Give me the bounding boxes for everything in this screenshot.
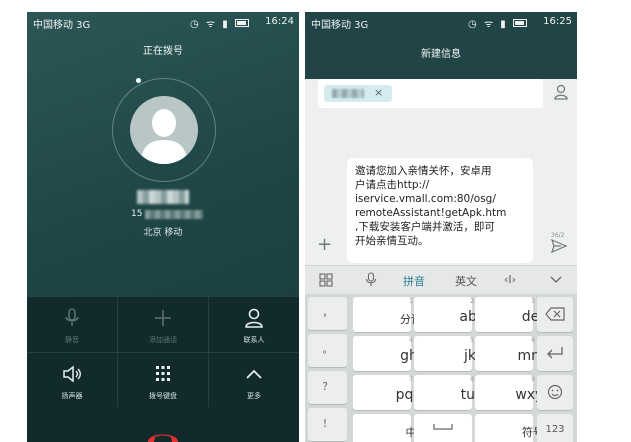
signal-icon: ▮	[222, 19, 230, 30]
contact-icon	[245, 308, 263, 328]
contacts-button[interactable]: 联系人	[209, 297, 299, 352]
backspace-icon	[545, 307, 565, 321]
message-line: 开始亲情互动。	[355, 235, 429, 247]
comma-key[interactable]: ，	[308, 297, 347, 330]
speaker-button[interactable]: 扬声器	[27, 353, 117, 408]
enter-key[interactable]	[537, 336, 573, 371]
microphone-icon	[65, 308, 79, 326]
key-2[interactable]: 2 abc	[414, 297, 485, 332]
recipient-chip[interactable]: ×	[324, 85, 392, 102]
key-1[interactable]: 1 分词	[353, 297, 422, 332]
status-bar: 中国移动 3G ◷ ᯤ ▮ 16:24	[27, 12, 299, 32]
add-attachment-button[interactable]: +	[317, 234, 332, 255]
chinese-mode-key[interactable]: 中	[353, 414, 417, 442]
cursor-control-button[interactable]: ‹I›	[504, 273, 516, 286]
status-icons: ◷ ᯤ ▮	[468, 16, 527, 30]
dialpad-button[interactable]: 拨号键盘	[118, 353, 208, 408]
recipient-name-redacted	[332, 89, 364, 98]
add-contact-icon[interactable]	[552, 83, 570, 101]
dialing-screen: 中国移动 3G ◷ ᯤ ▮ 16:24 正在拨号 15 北京 移动 静音 添加通…	[27, 12, 299, 442]
caller-number-prefix: 15	[131, 209, 143, 219]
caller-number-redacted	[145, 210, 203, 219]
call-controls-panel: 静音 添加通话 联系人 扬声器 拨号键盘 更多	[27, 297, 299, 442]
battery-icon	[235, 19, 249, 27]
exclamation-key[interactable]: ！	[308, 408, 347, 441]
battery-icon	[513, 19, 527, 27]
wifi-icon: ᯤ	[483, 19, 496, 30]
speaker-icon	[63, 365, 81, 383]
new-message-screen: 中国移动 3G ◷ ᯤ ▮ 16:25 新建信息 × 邀请您加入亲情关怀，安卓用…	[305, 12, 577, 442]
numeric-keyboard-key[interactable]: 123	[537, 414, 573, 442]
remove-recipient-icon[interactable]: ×	[374, 86, 383, 99]
chevron-down-icon[interactable]	[550, 276, 562, 284]
message-line: iservice.vmall.com:80/osg/	[355, 193, 496, 205]
dialpad-icon	[156, 366, 170, 381]
emoji-icon	[547, 384, 563, 400]
more-button[interactable]: 更多	[209, 353, 299, 408]
status-bar: 中国移动 3G ◷ ᯤ ▮ 16:25	[305, 12, 577, 32]
contacts-label: 联系人	[243, 336, 265, 344]
alarm-icon: ◷	[468, 19, 479, 30]
carrier-label: 中国移动 3G	[311, 20, 369, 31]
keyboard: ， 。 ？ ！ 1 分词 2 abc 3 def 4 ghi 5 jkl 6 m…	[305, 294, 577, 442]
grid-menu-icon[interactable]	[319, 273, 333, 287]
status-time: 16:25	[543, 16, 572, 27]
space-key[interactable]	[414, 414, 472, 442]
character-count: 36/2	[551, 232, 565, 239]
page-title: 新建信息	[421, 49, 461, 60]
signal-icon: ▮	[500, 19, 508, 30]
caller-name-redacted	[137, 190, 189, 204]
ring-progress-dot	[136, 78, 141, 83]
enter-icon	[547, 347, 563, 359]
english-mode-button[interactable]: 英文	[455, 273, 477, 289]
send-icon[interactable]	[551, 239, 567, 253]
alarm-icon: ◷	[190, 19, 201, 30]
message-text-input[interactable]: 邀请您加入亲情关怀，安卓用 户请点击http:// iservice.vmall…	[347, 158, 533, 263]
call-status-title: 正在拨号	[143, 46, 183, 57]
message-line: ,下载安装客户端并激活，即可	[355, 221, 495, 233]
phone-hangup-icon	[148, 434, 178, 442]
carrier-label: 中国移动 3G	[33, 20, 91, 31]
key-5[interactable]: 5 jkl	[414, 336, 480, 371]
more-label: 更多	[247, 392, 261, 400]
key-3[interactable]: 3 def	[475, 297, 544, 332]
person-silhouette-icon	[140, 109, 188, 164]
key-9[interactable]: 9 wxyz	[475, 375, 551, 410]
wifi-icon: ᯤ	[205, 19, 218, 30]
mute-button[interactable]: 静音	[27, 297, 117, 352]
key-label: 123	[545, 424, 565, 435]
chevron-up-icon	[246, 369, 262, 379]
pinyin-mode-button[interactable]: 拼音	[403, 273, 425, 289]
emoji-key[interactable]	[537, 375, 573, 410]
status-icons: ◷ ᯤ ▮	[190, 16, 249, 30]
hangup-button[interactable]	[145, 428, 181, 442]
key-6[interactable]: 6 mno	[475, 336, 549, 371]
backspace-key[interactable]	[537, 297, 573, 332]
add-call-label: 添加通话	[149, 336, 177, 344]
dialpad-label: 拨号键盘	[149, 392, 177, 400]
caller-avatar	[130, 96, 198, 164]
keyboard-toolbar: 拼音 英文 ‹I›	[305, 265, 577, 294]
key-8[interactable]: 8 tuv	[414, 375, 483, 410]
space-bar-icon	[433, 424, 453, 430]
message-line: 户请点击http://	[355, 179, 430, 191]
key-4[interactable]: 4 ghi	[353, 336, 422, 371]
period-key[interactable]: 。	[308, 334, 347, 367]
status-time: 16:24	[265, 16, 294, 27]
key-7[interactable]: 7 pqrs	[353, 375, 426, 410]
recipient-input[interactable]: ×	[318, 79, 543, 108]
caller-location: 北京 移动	[143, 228, 183, 238]
add-call-button[interactable]: 添加通话	[118, 297, 208, 352]
question-key[interactable]: ？	[308, 371, 347, 404]
plus-icon	[155, 310, 171, 326]
message-line: 邀请您加入亲情关怀，安卓用	[355, 165, 492, 177]
mute-label: 静音	[65, 336, 79, 344]
message-line: remoteAssistant!getApk.htm	[355, 207, 507, 219]
symbols-key[interactable]: 符号	[475, 414, 544, 442]
voice-input-icon[interactable]	[365, 272, 377, 287]
speaker-label: 扬声器	[61, 392, 83, 400]
